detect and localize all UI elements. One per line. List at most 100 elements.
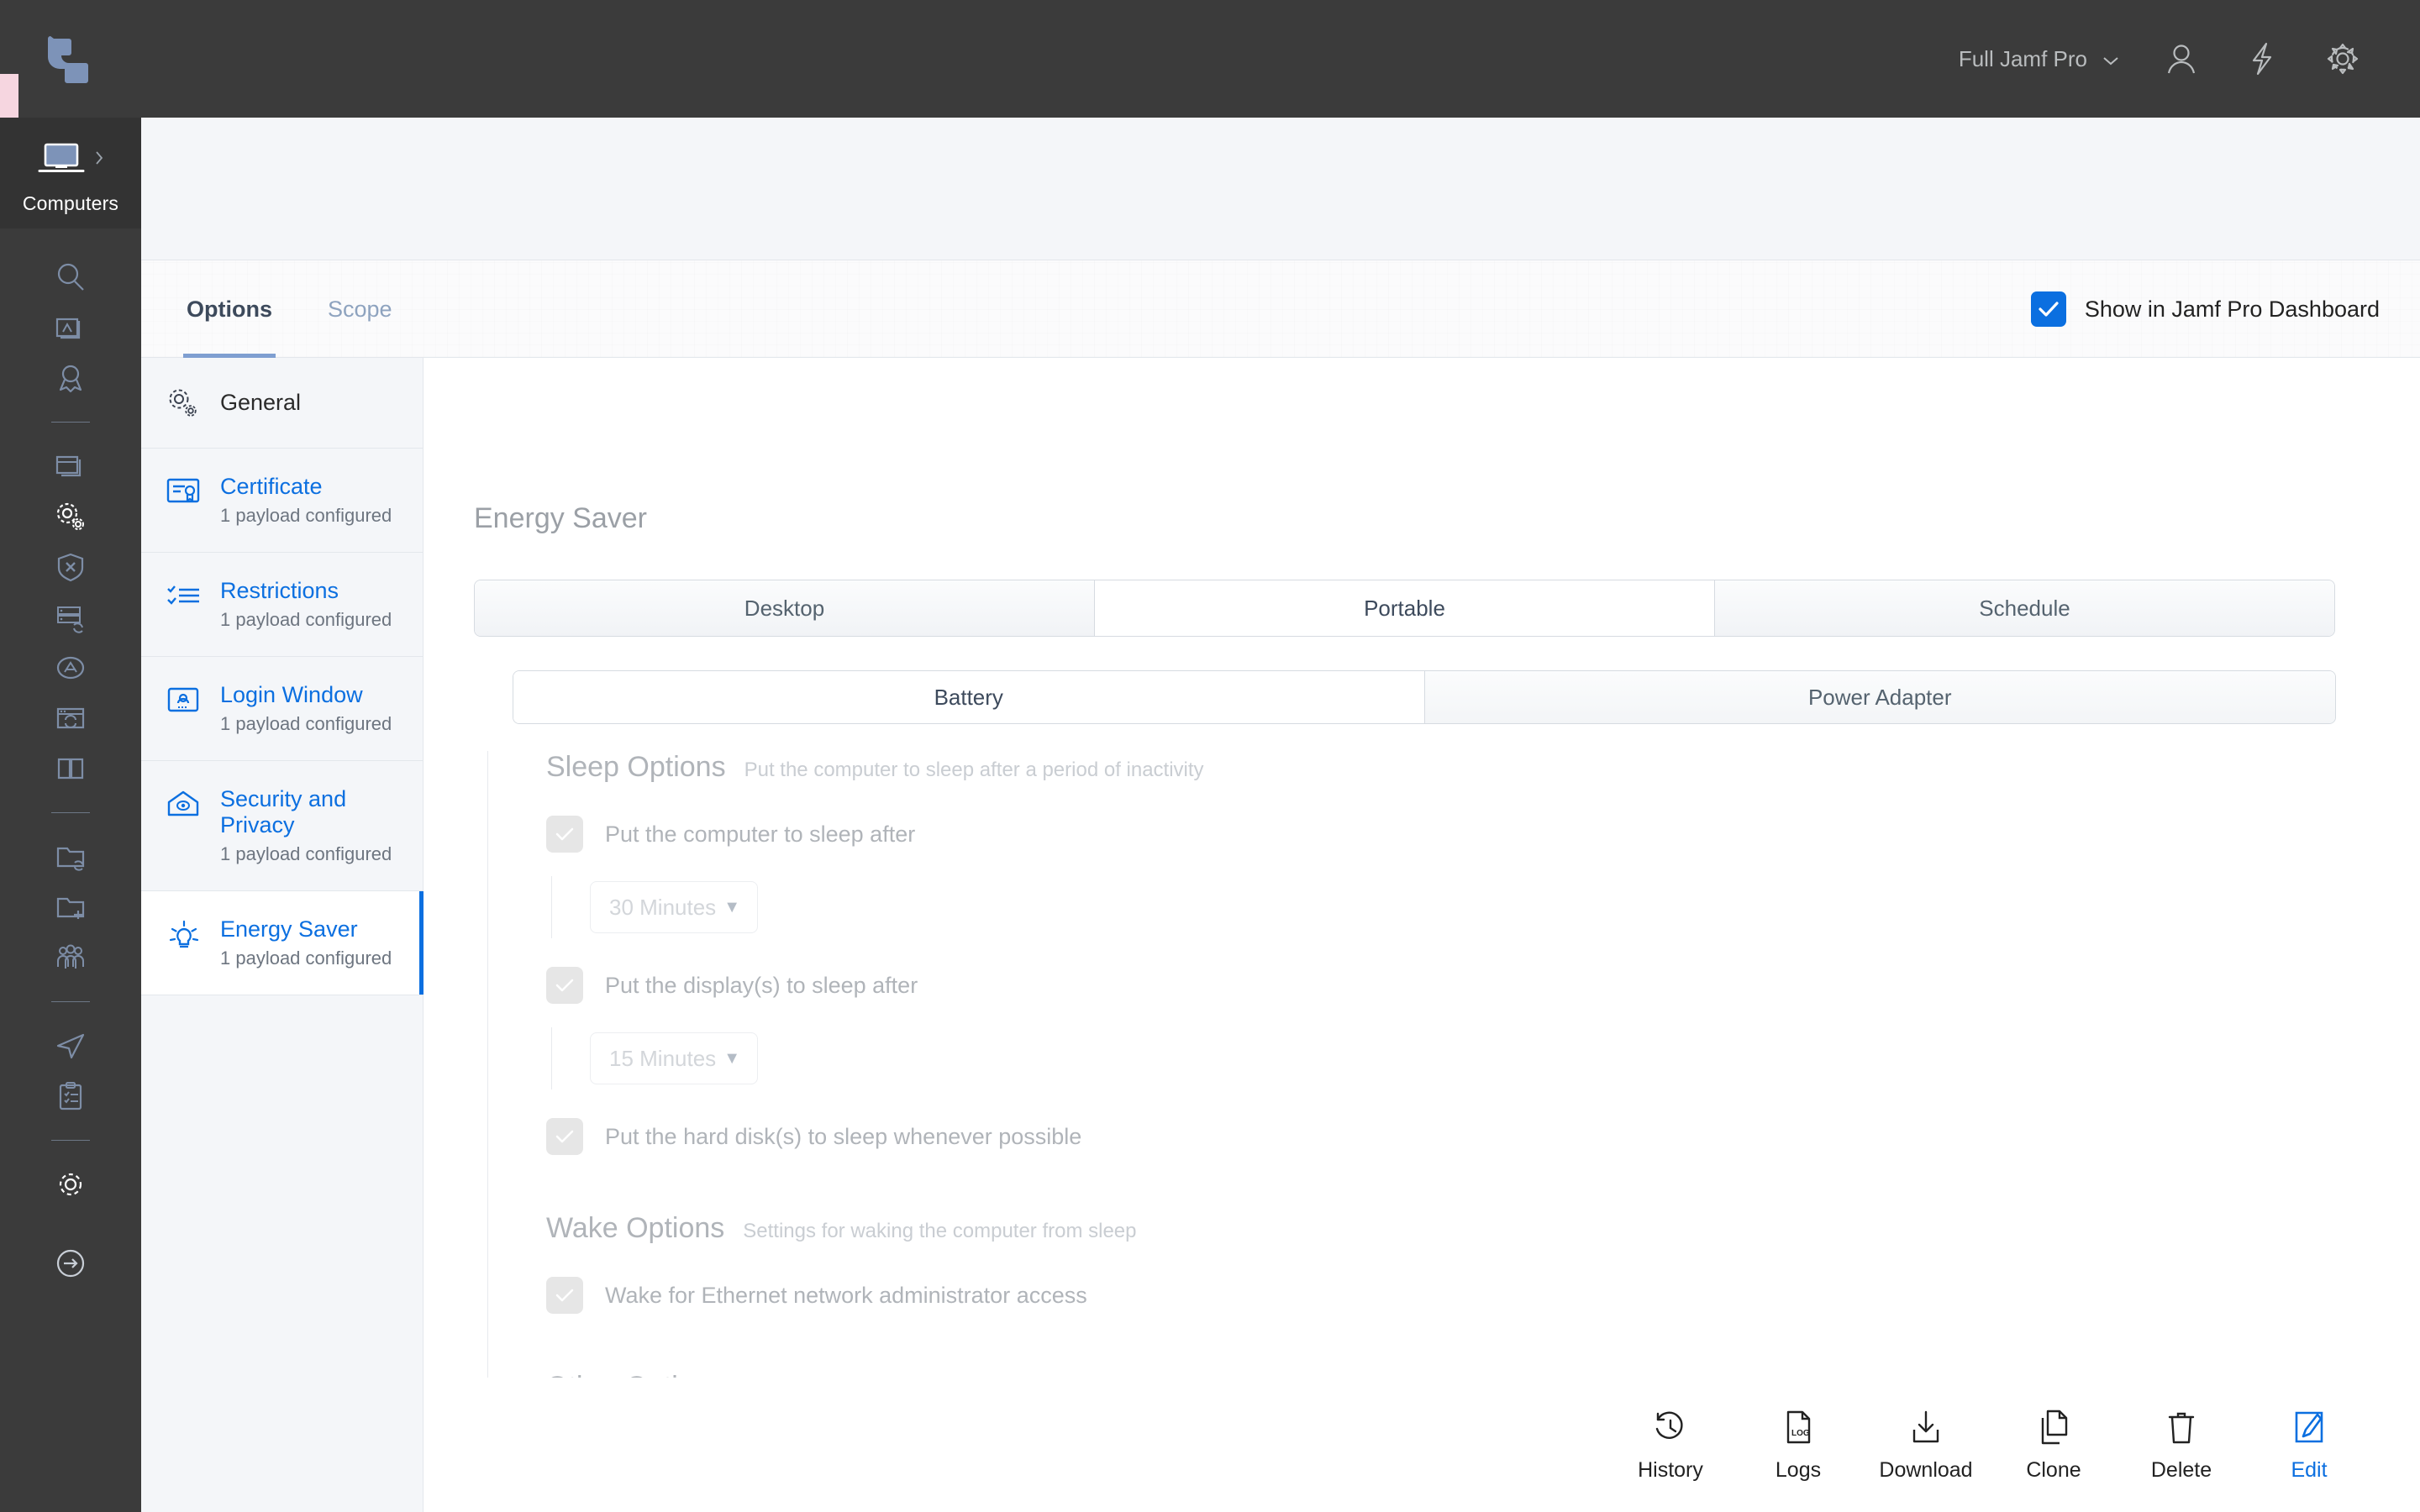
sidebar-item-policies[interactable] (0, 441, 141, 491)
payload-subtitle: 1 payload configured (220, 505, 392, 526)
laptop-icon (37, 139, 86, 181)
sidebar-item-management-settings[interactable] (0, 1159, 141, 1210)
sidebar-item-licensed-software[interactable] (0, 353, 141, 403)
download-button[interactable]: Download (1862, 1408, 1990, 1483)
option-label: Put the computer to sleep after (605, 821, 916, 847)
jamf-logo[interactable] (47, 34, 99, 86)
sidebar-item-inventory[interactable] (0, 302, 141, 353)
payload-text: General (220, 390, 301, 416)
sidebar-item-patch-management[interactable] (0, 693, 141, 743)
rail-divider (51, 1001, 90, 1002)
checkbox-sleep-computer[interactable] (546, 816, 583, 853)
option-row-wake-ethernet[interactable]: Wake for Ethernet network administrator … (546, 1277, 2311, 1314)
page-header (141, 118, 2420, 260)
checklist-icon (166, 578, 202, 614)
payload-item-energy-saver[interactable]: Energy Saver 1 payload configured (141, 891, 424, 995)
sidebar-item-classes[interactable] (0, 932, 141, 983)
sidebar-item-search[interactable] (0, 252, 141, 302)
gear-icon (59, 1173, 82, 1196)
bulb-icon (166, 916, 202, 956)
check-icon (555, 1130, 574, 1143)
checkbox-sleep-display[interactable] (546, 967, 583, 1004)
option-row-sleep-computer[interactable]: Put the computer to sleep after (546, 816, 2311, 853)
sidebar-item-mac-apps[interactable] (0, 592, 141, 643)
payload-item-general[interactable]: General (141, 358, 424, 449)
payload-subtitle: 1 payload configured (220, 843, 392, 864)
logs-button[interactable]: LOG Logs (1734, 1408, 1862, 1483)
options-body: Sleep Options Put the computer to sleep … (546, 751, 2311, 1473)
option-row-sleep-hard-disk[interactable]: Put the hard disk(s) to sleep whenever p… (546, 1118, 2311, 1155)
checkbox-wake-ethernet[interactable] (546, 1277, 583, 1314)
sidebar-item-enrollment-invitations[interactable] (0, 1021, 141, 1071)
segment-schedule[interactable]: Schedule (1715, 580, 2334, 636)
rail-computers-section[interactable]: Computers (0, 118, 141, 228)
sidebar-item-static-groups[interactable] (0, 882, 141, 932)
sidebar-item-ebooks[interactable] (0, 743, 141, 794)
dropdown-computer-sleep-delay[interactable]: 30 Minutes ▼ (590, 881, 758, 933)
sidebar-item-configuration-profiles[interactable] (0, 491, 141, 542)
payload-item-login-window[interactable]: Login Window 1 payload configured (141, 657, 424, 761)
user-icon[interactable] (2141, 0, 2222, 118)
payload-name: Energy Saver (220, 916, 358, 942)
dropdown-value: 15 Minutes (609, 1045, 717, 1071)
show-in-dashboard-checkbox[interactable] (2030, 291, 2066, 327)
option-row-sleep-display[interactable]: Put the display(s) to sleep after (546, 967, 2311, 1004)
segment-battery[interactable]: Battery (513, 671, 1425, 723)
tab-scope[interactable]: Scope (324, 260, 396, 358)
sidebar-item-smart-groups[interactable] (0, 832, 141, 882)
option-label: Put the display(s) to sleep after (605, 972, 918, 998)
payload-item-restrictions[interactable]: Restrictions 1 payload configured (141, 553, 424, 657)
sidebar-item-app-store[interactable] (0, 643, 141, 693)
bottom-action-bar: History LOG Logs Download Clone Delete E… (424, 1378, 2420, 1512)
gear-icon[interactable] (2302, 0, 2383, 118)
option-label: Wake for Ethernet network administrator … (605, 1282, 1087, 1308)
show-in-dashboard-toggle[interactable]: Show in Jamf Pro Dashboard (2030, 260, 2380, 358)
segment-power-adapter[interactable]: Power Adapter (1424, 671, 2335, 723)
download-icon (1912, 1410, 1939, 1442)
check-icon (2039, 302, 2059, 317)
folder-plus-icon (56, 897, 85, 919)
pencil-square-icon (2295, 1411, 2323, 1442)
environment-selector[interactable]: Full Jamf Pro (1937, 46, 2141, 72)
rail-divider (51, 812, 90, 813)
payload-name: Login Window (220, 682, 363, 707)
checkbox-sleep-hard-disk[interactable] (546, 1118, 583, 1155)
copy-documents-icon (2041, 1410, 2068, 1444)
dropdown-display-sleep-delay[interactable]: 15 Minutes ▼ (590, 1032, 758, 1084)
app-root: Full Jamf Pro Computers Options Scope Sh… (0, 0, 2420, 1512)
tab-options[interactable]: Options (183, 260, 276, 358)
section-description: Settings for waking the computer from sl… (743, 1220, 1137, 1242)
login-window-icon (166, 682, 202, 718)
logs-label: Logs (1775, 1457, 1822, 1482)
sidebar-item-prestage-enrollments[interactable] (0, 1071, 141, 1121)
edit-button[interactable]: Edit (2245, 1408, 2373, 1483)
content-panel: Energy Saver Desktop Portable Schedule B… (424, 358, 2420, 1512)
gears-icon (166, 383, 202, 423)
check-icon (555, 1289, 574, 1302)
device-type-segments: Desktop Portable Schedule (474, 580, 2335, 637)
delete-label: Delete (2150, 1457, 2212, 1482)
segment-portable[interactable]: Portable (1095, 580, 1715, 636)
payload-name: General (220, 390, 302, 415)
payload-name: Restrictions (220, 578, 339, 603)
rail-expand-button[interactable] (0, 1238, 141, 1289)
segment-desktop[interactable]: Desktop (475, 580, 1095, 636)
sidebar-item-restricted-software[interactable] (0, 542, 141, 592)
payload-text: Energy Saver 1 payload configured (220, 916, 392, 969)
clone-button[interactable]: Clone (1990, 1408, 2118, 1483)
tabs: Options Scope (183, 260, 445, 358)
payload-item-security-and-privacy[interactable]: Security and Privacy 1 payload configure… (141, 761, 424, 891)
bolt-icon[interactable] (2222, 0, 2302, 118)
svg-text:LOG: LOG (1791, 1429, 1810, 1438)
delete-button[interactable]: Delete (2118, 1408, 2245, 1483)
payload-text: Security and Privacy 1 payload configure… (220, 786, 424, 865)
payload-item-certificate[interactable]: Certificate 1 payload configured (141, 449, 424, 553)
history-button[interactable]: History (1607, 1408, 1734, 1483)
caret-down-icon: ▼ (723, 897, 740, 916)
windows-icon (55, 455, 82, 477)
edit-label: Edit (2291, 1457, 2328, 1482)
house-eye-icon (166, 786, 202, 822)
server-sync-icon (57, 606, 83, 633)
